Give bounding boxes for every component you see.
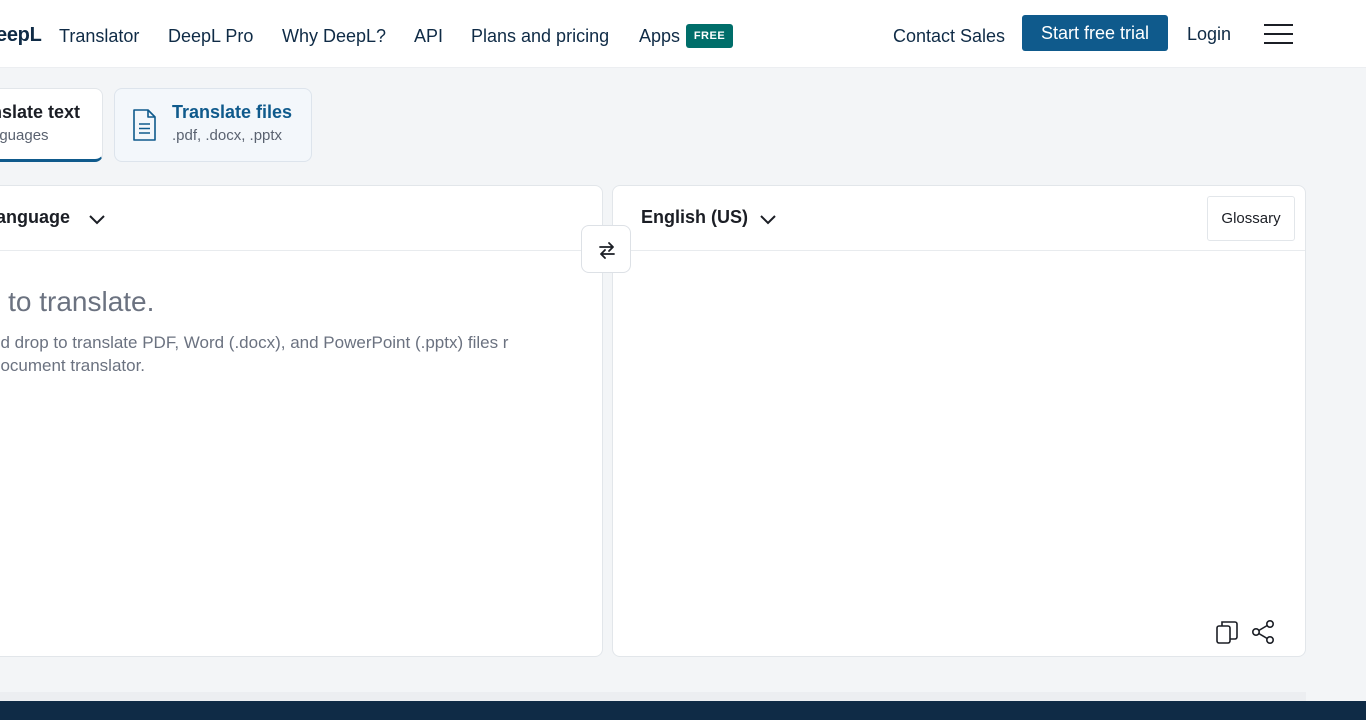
target-text-panel[interactable]: English (US) Glossary (612, 185, 1306, 657)
start-free-trial-button[interactable]: Start free trial (1022, 15, 1168, 51)
glossary-button[interactable]: Glossary (1207, 196, 1295, 241)
swap-arrows-icon (599, 242, 615, 259)
login-link[interactable]: Login (1187, 24, 1231, 45)
tab-translate-text-subtitle: nguages (0, 127, 49, 144)
page-footer (0, 701, 1366, 720)
apps-free-badge: FREE (686, 24, 733, 48)
tab-translate-text-title: nslate text (0, 102, 81, 122)
copy-icon[interactable] (1213, 618, 1241, 646)
document-icon (133, 109, 156, 141)
chevron-down-icon[interactable] (88, 214, 106, 226)
source-language-select[interactable]: language (0, 207, 70, 228)
source-text-panel[interactable]: language - to translate. nd drop to tran… (0, 185, 603, 657)
nav-plans-pricing[interactable]: Plans and pricing (471, 26, 609, 47)
tab-translate-files[interactable]: Translate files .pdf, .docx, .pptx (114, 88, 312, 162)
source-panel-header: language (0, 186, 602, 251)
share-icon[interactable] (1250, 618, 1278, 646)
hamburger-icon[interactable] (1264, 22, 1294, 46)
nav-api[interactable]: API (414, 26, 443, 47)
nav-apps[interactable]: Apps (639, 26, 680, 47)
nav-why-deepl[interactable]: Why DeepL? (282, 26, 386, 47)
tab-translate-files-subtitle: .pdf, .docx, .pptx (172, 127, 283, 144)
target-panel-header: English (US) Glossary (613, 186, 1305, 251)
swap-languages-button[interactable] (581, 225, 631, 273)
document-drop-hint: nd drop to translate PDF, Word (.docx), … (0, 333, 509, 375)
tab-translate-text[interactable]: nslate text nguages (0, 88, 103, 162)
logo-translator-link[interactable]: Translator (59, 26, 139, 47)
chevron-down-icon[interactable] (759, 214, 777, 226)
deepl-logo[interactable]: eepL (0, 24, 42, 47)
target-language-select[interactable]: English (US) (641, 207, 748, 228)
tab-translate-files-title: Translate files (172, 102, 293, 122)
contact-sales-link[interactable]: Contact Sales (893, 26, 1005, 47)
nav-deepl-pro[interactable]: DeepL Pro (168, 26, 253, 47)
source-text-placeholder[interactable]: - to translate. (0, 286, 154, 318)
top-nav-bar: eepL Translator DeepL Pro Why DeepL? API… (0, 0, 1366, 68)
